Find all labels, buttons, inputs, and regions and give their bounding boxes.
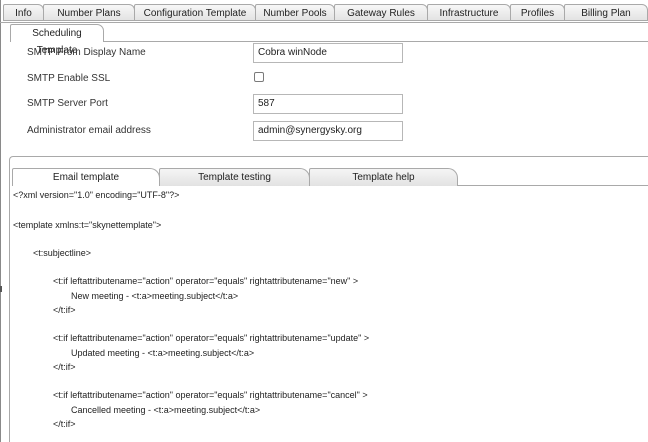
smtp-from-display-name-label: SMTP From Display Name (27, 47, 146, 58)
tab-email-template[interactable]: Email template (12, 168, 160, 186)
code-line: New meeting - <t:a>meeting.subject</t:a> (71, 291, 239, 301)
tab-profiles[interactable]: Profiles (510, 4, 565, 21)
smtp-enable-ssl-checkbox[interactable] (254, 72, 264, 82)
tab-row-divider (104, 41, 648, 42)
admin-email-input[interactable]: admin@synergysky.org (253, 121, 403, 141)
code-line: <template xmlns:t="skynettemplate"> (13, 220, 162, 230)
code-line: </t:if> (53, 419, 76, 429)
tab-bar-divider (0, 22, 648, 23)
code-line: Cancelled meeting - <t:a>meeting.subject… (71, 405, 261, 415)
smtp-server-port-input[interactable]: 587 (253, 94, 403, 114)
code-line: <t:subjectline> (33, 248, 92, 258)
admin-email-label: Administrator email address (27, 125, 151, 136)
tab-billing-plan[interactable]: Billing Plan (564, 4, 648, 21)
code-line: <t:if leftattributename="action" operato… (53, 276, 359, 286)
tab-template-help[interactable]: Template help (309, 168, 458, 186)
tab-template-testing[interactable]: Template testing (159, 168, 310, 186)
code-line: Updated meeting - <t:a>meeting.subject</… (71, 348, 255, 358)
code-line: </t:if> (53, 362, 76, 372)
tab-number-pools[interactable]: Number Pools (255, 4, 335, 21)
tab-infrastructure[interactable]: Infrastructure (427, 4, 511, 21)
code-line: </t:if> (53, 305, 76, 315)
smtp-enable-ssl-label: SMTP Enable SSL (27, 73, 111, 84)
tab-info[interactable]: Info (3, 4, 44, 21)
tab-number-plans[interactable]: Number Plans (43, 4, 135, 21)
code-line: <?xml version="1.0" encoding="UTF-8"?> (13, 190, 180, 200)
subtab-divider (458, 185, 648, 186)
tab-configuration-template[interactable]: Configuration Template (134, 4, 256, 21)
email-template-editor[interactable]: <?xml version="1.0" encoding="UTF-8"?> <… (13, 190, 643, 442)
tab-gateway-rules[interactable]: Gateway Rules (334, 4, 428, 21)
window-left-border (0, 0, 1, 442)
main-tab-bar: Info Number Plans Configuration Template… (3, 4, 648, 22)
code-line: <t:if leftattributename="action" operato… (53, 390, 368, 400)
code-line: <t:if leftattributename="action" operato… (53, 333, 370, 343)
tab-scheduling-template[interactable]: Scheduling Template (10, 24, 104, 56)
smtp-server-port-label: SMTP Server Port (27, 98, 108, 109)
smtp-from-display-name-input[interactable]: Cobra winNode (253, 43, 403, 63)
splitter-notch[interactable] (0, 286, 2, 292)
